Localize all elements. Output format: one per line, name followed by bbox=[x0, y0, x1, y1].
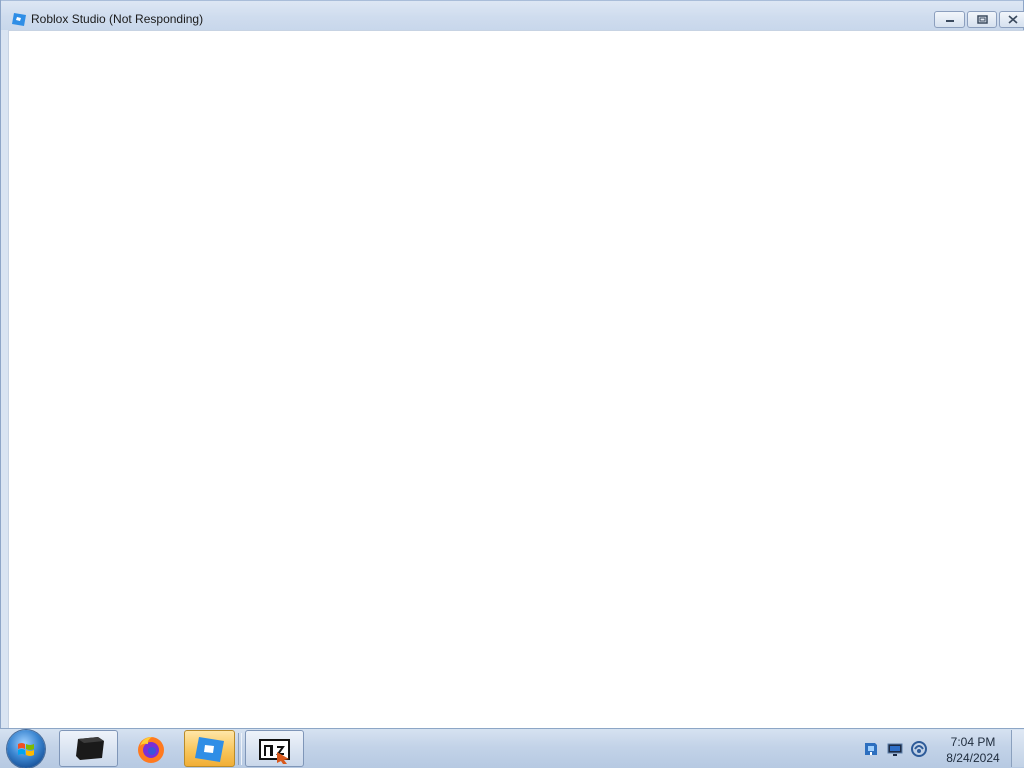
minimize-button[interactable] bbox=[934, 11, 965, 28]
app-window-icon bbox=[259, 739, 290, 764]
window-title: Roblox Studio (Not Responding) bbox=[31, 12, 204, 26]
maximize-button[interactable] bbox=[967, 11, 997, 28]
taskbar-item-terminal[interactable] bbox=[59, 730, 118, 767]
taskbar-clock[interactable]: 7:04 PM 8/24/2024 bbox=[938, 734, 1008, 766]
taskbar: 7:04 PM 8/24/2024 bbox=[0, 728, 1024, 768]
minimize-icon bbox=[945, 19, 954, 22]
volume-icon[interactable] bbox=[910, 740, 928, 758]
action-center-icon[interactable] bbox=[862, 740, 880, 758]
taskbar-separator bbox=[238, 733, 242, 765]
restore-icon bbox=[976, 15, 988, 24]
system-tray bbox=[862, 737, 928, 761]
network-icon[interactable] bbox=[886, 740, 904, 758]
show-desktop-button[interactable] bbox=[1011, 730, 1024, 767]
terminal-window-icon bbox=[76, 737, 104, 760]
roblox-studio-icon bbox=[12, 13, 26, 26]
firefox-icon bbox=[138, 737, 164, 763]
clock-time: 7:04 PM bbox=[950, 735, 996, 749]
taskbar-item-app[interactable] bbox=[245, 730, 304, 767]
clock-date: 8/24/2024 bbox=[946, 751, 1000, 765]
roblox-studio-icon bbox=[195, 737, 224, 762]
windows-start-orb bbox=[18, 743, 34, 756]
close-button[interactable] bbox=[999, 11, 1024, 28]
close-icon bbox=[1007, 15, 1018, 24]
title-bar[interactable]: Roblox Studio (Not Responding) bbox=[1, 0, 1024, 30]
window-client-area[interactable] bbox=[8, 30, 1024, 728]
roblox-studio-window: Roblox Studio (Not Responding) bbox=[0, 0, 1024, 728]
start-button[interactable] bbox=[7, 730, 45, 768]
taskbar-item-roblox-studio[interactable] bbox=[184, 730, 235, 767]
taskbar-item-firefox[interactable] bbox=[122, 730, 180, 767]
